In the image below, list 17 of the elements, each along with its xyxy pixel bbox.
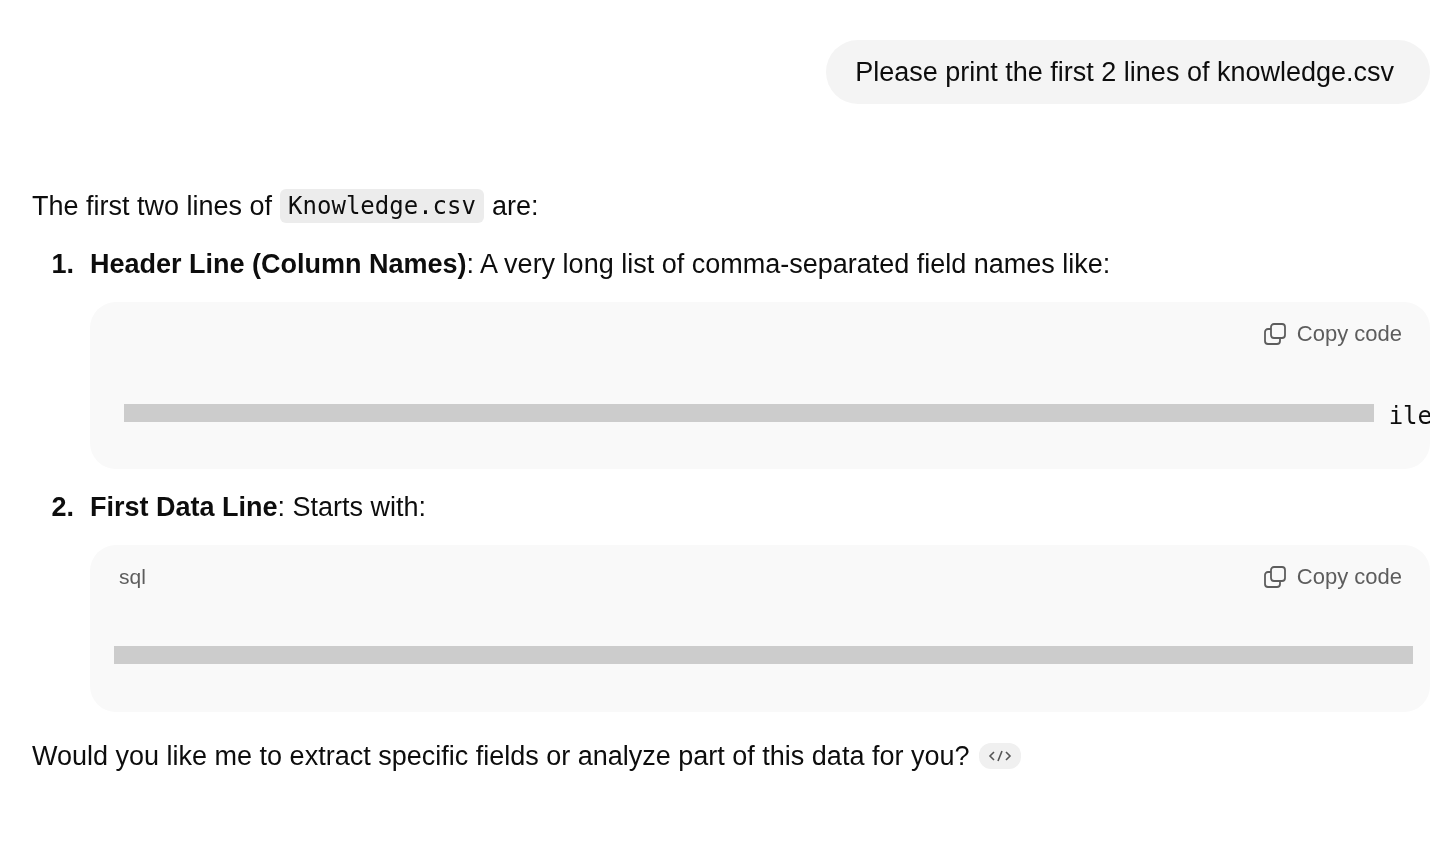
code-toggle-button[interactable] bbox=[979, 743, 1022, 769]
inline-code: Knowledge.csv bbox=[280, 189, 484, 223]
code-icon bbox=[988, 750, 1013, 762]
copy-icon bbox=[1262, 322, 1287, 346]
list-item-text: First Data Line: Starts with: bbox=[90, 491, 427, 523]
user-message: Please print the first 2 lines of knowledge.csv bbox=[826, 40, 1430, 104]
closing-text: Would you like me to extract specific fields or analyze part of this data for you? bbox=[32, 740, 970, 772]
list-number: 1. bbox=[50, 248, 75, 280]
intro-text: are: bbox=[491, 190, 539, 222]
copy-code-button[interactable]: Copy code bbox=[1262, 321, 1402, 347]
code-text: ile bbox=[1388, 402, 1430, 430]
code-language: sql bbox=[119, 565, 146, 589]
copy-code-button[interactable]: Copy code bbox=[1262, 564, 1402, 590]
copy-icon bbox=[1262, 565, 1287, 589]
list-item-text: Header Line (Column Names): A very long list of comma-separated field names like: bbox=[90, 248, 1111, 280]
list-number: 2. bbox=[50, 491, 75, 523]
intro-text: The first two lines of bbox=[32, 190, 273, 222]
